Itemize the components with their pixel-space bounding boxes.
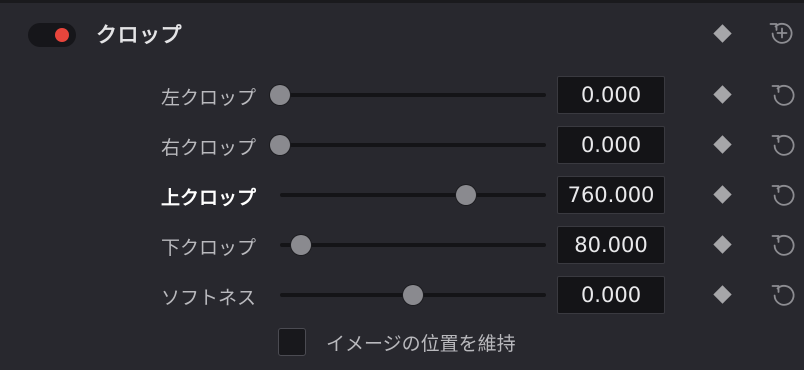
- crop-left-slider[interactable]: [270, 85, 546, 105]
- softness-reset-icon[interactable]: [768, 279, 800, 311]
- crop-top-label: 上クロップ: [160, 187, 256, 209]
- crop-left-value-field[interactable]: 0.000: [557, 76, 665, 114]
- crop-right-slider-thumb[interactable]: [270, 135, 290, 155]
- crop-left-reset-icon[interactable]: [768, 79, 800, 111]
- crop-right-slider[interactable]: [270, 135, 546, 155]
- crop-bottom-reset-icon[interactable]: [768, 229, 800, 261]
- section-title: クロップ: [96, 23, 182, 47]
- crop-top-slider[interactable]: [280, 185, 546, 205]
- panel-top-border: [0, 0, 804, 3]
- retain-image-position-label: イメージの位置を維持: [326, 333, 516, 355]
- softness-keyframe-icon[interactable]: [713, 285, 732, 304]
- reset-all-icon[interactable]: [766, 17, 798, 49]
- crop-top-reset-icon[interactable]: [768, 179, 800, 211]
- crop-bottom-value-field[interactable]: 80.000: [557, 226, 665, 264]
- softness-label: ソフトネス: [160, 287, 256, 309]
- retain-image-position-checkbox[interactable]: [278, 328, 306, 356]
- crop-left-keyframe-icon[interactable]: [713, 85, 732, 104]
- crop-top-value-field[interactable]: 760.000: [557, 176, 665, 214]
- crop-top-keyframe-icon[interactable]: [713, 185, 732, 204]
- softness-slider[interactable]: [280, 285, 546, 305]
- crop-left-slider-thumb[interactable]: [270, 85, 290, 105]
- keyframe-diamond-icon[interactable]: [713, 24, 732, 43]
- crop-enable-toggle[interactable]: [28, 23, 76, 47]
- crop-bottom-keyframe-icon[interactable]: [713, 235, 732, 254]
- crop-bottom-slider[interactable]: [280, 235, 546, 255]
- crop-bottom-label: 下クロップ: [160, 237, 256, 259]
- crop-right-reset-icon[interactable]: [768, 129, 800, 161]
- softness-slider-thumb[interactable]: [403, 285, 423, 305]
- crop-left-label: 左クロップ: [160, 87, 256, 109]
- crop-panel: クロップ 左クロップ 0.000 右クロップ 0.000 上クロップ 760.0…: [0, 0, 804, 370]
- toggle-knob: [55, 28, 69, 42]
- softness-value-field[interactable]: 0.000: [557, 276, 665, 314]
- crop-top-slider-thumb[interactable]: [456, 185, 477, 205]
- crop-right-keyframe-icon[interactable]: [713, 135, 732, 154]
- crop-bottom-slider-thumb[interactable]: [291, 235, 312, 255]
- crop-right-value-field[interactable]: 0.000: [557, 126, 665, 164]
- crop-right-label: 右クロップ: [160, 137, 256, 159]
